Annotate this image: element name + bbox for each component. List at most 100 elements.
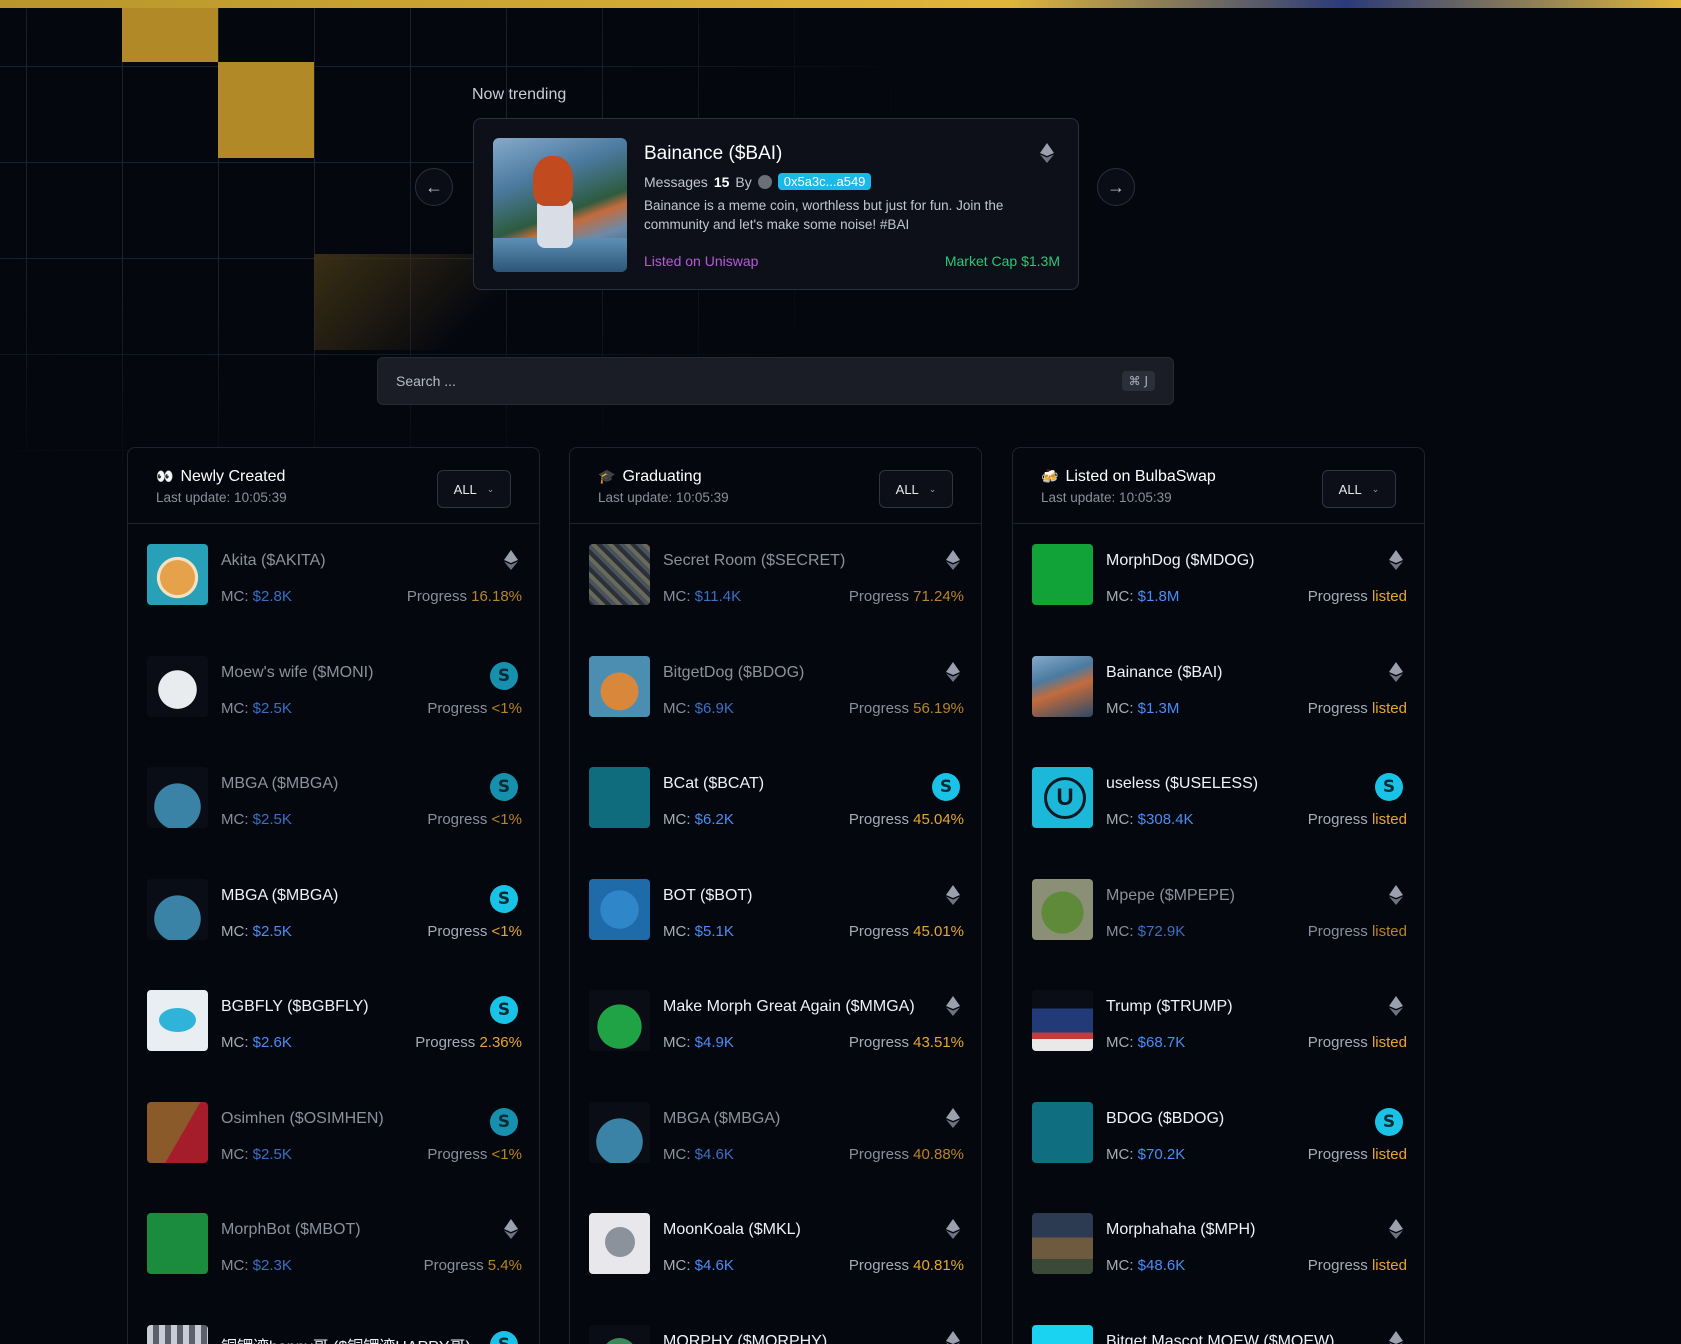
- token-name: BCat ($BCAT): [663, 775, 765, 792]
- filter-dropdown[interactable]: ALL ⌄: [879, 470, 953, 508]
- token-image: [1032, 878, 1093, 940]
- token-image: [589, 1213, 650, 1274]
- token-progress: Progress 43.51%: [848, 1034, 964, 1051]
- token-progress: Progress 2.36%: [415, 1034, 522, 1051]
- token-image: [1032, 1101, 1093, 1163]
- filter-dropdown[interactable]: ALL ⌄: [437, 470, 511, 508]
- chevron-down-icon: ⌄: [928, 483, 937, 494]
- token-image: [147, 1324, 208, 1344]
- trending-card[interactable]: Bainance ($BAI) Messages 15 By 0x5a3c...…: [473, 118, 1079, 290]
- token-progress: Progress 40.88%: [848, 1145, 964, 1163]
- background-tile: [218, 62, 314, 158]
- ethereum-icon: [946, 996, 960, 1021]
- ethereum-icon: [1389, 550, 1403, 575]
- token-row[interactable]: Mpepe ($MPEPE) MC: $72.9K Progress liste…: [1032, 878, 1407, 955]
- token-market-cap: MC: $72.9K: [1106, 922, 1186, 940]
- token-row[interactable]: Bainance ($BAI) MC: $1.3M Progress liste…: [1032, 655, 1407, 732]
- bulbaswap-icon: S: [490, 996, 518, 1024]
- token-progress: Progress 56.19%: [848, 699, 964, 717]
- newly-created-column: 👀 Newly Created Last update: 10:05:39 AL…: [127, 447, 540, 1344]
- token-name: MorphDog ($MDOG): [1106, 552, 1255, 569]
- token-row[interactable]: Morphahaha ($MPH) MC: $48.6K Progress li…: [1032, 1213, 1407, 1289]
- token-row[interactable]: 铜锣湾happy哥 ($铜锣湾HAPPY哥) S: [147, 1324, 522, 1344]
- token-name: MBGA ($MBGA): [663, 1109, 781, 1127]
- token-row[interactable]: BitgetDog ($BDOG) MC: $6.9K Progress 56.…: [589, 655, 964, 732]
- token-name: BDOG ($BDOG): [1106, 1109, 1225, 1127]
- ethereum-icon: [1040, 143, 1054, 168]
- token-name: MBGA ($MBGA): [221, 775, 339, 792]
- token-name: MORPHY ($MORPHY): [663, 1332, 828, 1344]
- chevron-down-icon: ⌄: [1371, 483, 1380, 494]
- token-row[interactable]: BGBFLY ($BGBFLY) S MC: $2.6K Progress 2.…: [147, 990, 522, 1066]
- token-name: Bitget Mascot MOEW ($MOEW): [1106, 1332, 1335, 1344]
- bulbaswap-icon: S: [1375, 1107, 1403, 1136]
- bulbaswap-icon: S: [490, 1107, 518, 1136]
- token-name: BOT ($BOT): [663, 886, 753, 904]
- token-row[interactable]: MorphDog ($MDOG) MC: $1.8M Progress list…: [1032, 544, 1407, 620]
- token-row[interactable]: Bitget Mascot MOEW ($MOEW): [1032, 1324, 1407, 1344]
- ethereum-icon: [1389, 1219, 1403, 1244]
- token-row[interactable]: BCat ($BCAT) S MC: $6.2K Progress 45.04%: [589, 767, 964, 843]
- token-name: MorphBot ($MBOT): [221, 1221, 361, 1238]
- token-row[interactable]: Trump ($TRUMP) MC: $68.7K Progress liste…: [1032, 990, 1407, 1066]
- token-name: Secret Room ($SECRET): [663, 552, 846, 569]
- token-progress: Progress 71.24%: [848, 588, 964, 605]
- token-row[interactable]: MBGA ($MBGA) MC: $4.6K Progress 40.88%: [589, 1101, 964, 1178]
- column-title: 🎓 Graduating: [598, 468, 702, 485]
- search-shortcut: ⌘ J: [1121, 371, 1155, 391]
- token-name: MoonKoala ($MKL): [663, 1221, 801, 1238]
- search-input[interactable]: [396, 373, 1122, 389]
- token-image: [1032, 655, 1093, 717]
- token-row[interactable]: Make Morph Great Again ($MMGA) MC: $4.9K…: [589, 990, 964, 1066]
- trending-token-image: [493, 138, 627, 272]
- ethereum-icon: [1389, 661, 1403, 687]
- column-emoji-icon: 👀: [156, 469, 174, 485]
- token-row[interactable]: MorphBot ($MBOT) MC: $2.3K Progress 5.4%: [147, 1213, 522, 1289]
- bulbaswap-icon: S: [490, 1330, 518, 1344]
- token-market-cap: MC: $2.8K: [221, 588, 292, 605]
- token-name: MBGA ($MBGA): [221, 886, 339, 904]
- token-row[interactable]: Akita ($AKITA) MC: $2.8K Progress 16.18%: [147, 544, 522, 620]
- token-progress: Progress <1%: [427, 922, 522, 940]
- trending-next-button[interactable]: →: [1097, 168, 1135, 206]
- trending-prev-button[interactable]: ←: [415, 168, 453, 206]
- token-row[interactable]: Moew's wife ($MONI) S MC: $2.5K Progress…: [147, 655, 522, 732]
- token-market-cap: MC: $2.5K: [221, 922, 292, 940]
- token-name: BitgetDog ($BDOG): [663, 663, 805, 681]
- graduating-column: 🎓 Graduating Last update: 10:05:39 ALL ⌄…: [569, 447, 982, 1344]
- token-progress: Progress listed: [1307, 811, 1407, 828]
- column-title: 🍻 Listed on BulbaSwap: [1041, 468, 1216, 485]
- token-image: [589, 767, 650, 828]
- token-row[interactable]: MORPHY ($MORPHY): [589, 1324, 964, 1344]
- token-row[interactable]: Secret Room ($SECRET) MC: $11.4K Progres…: [589, 544, 964, 620]
- token-row[interactable]: BOT ($BOT) MC: $5.1K Progress 45.01%: [589, 878, 964, 955]
- ethereum-icon: [504, 550, 518, 575]
- token-market-cap: MC: $308.4K: [1106, 811, 1194, 828]
- token-image: [1032, 990, 1093, 1051]
- filter-dropdown[interactable]: ALL ⌄: [1322, 470, 1396, 508]
- token-progress: Progress 5.4%: [423, 1257, 522, 1274]
- token-market-cap: MC: $5.1K: [663, 922, 734, 940]
- token-progress: Progress 40.81%: [848, 1257, 964, 1274]
- column-emoji-icon: 🍻: [1041, 469, 1059, 485]
- token-progress: Progress 45.01%: [848, 922, 964, 940]
- trending-listed-link[interactable]: Listed on Uniswap: [644, 253, 758, 269]
- token-row[interactable]: MBGA ($MBGA) S MC: $2.5K Progress <1%: [147, 878, 522, 955]
- token-market-cap: MC: $2.5K: [221, 811, 292, 828]
- token-image: [589, 1324, 650, 1344]
- creator-address[interactable]: 0x5a3c...a549: [777, 173, 872, 190]
- token-row[interactable]: MoonKoala ($MKL) MC: $4.6K Progress 40.8…: [589, 1213, 964, 1289]
- token-market-cap: MC: $4.6K: [663, 1257, 734, 1274]
- token-row[interactable]: Osimhen ($OSIMHEN) S MC: $2.5K Progress …: [147, 1101, 522, 1178]
- ethereum-icon: [946, 1219, 960, 1244]
- trending-meta: Messages 15 By 0x5a3c...a549: [644, 173, 872, 190]
- token-row[interactable]: MBGA ($MBGA) S MC: $2.5K Progress <1%: [147, 767, 522, 843]
- column-title: 👀 Newly Created: [156, 468, 286, 485]
- token-row[interactable]: BDOG ($BDOG) S MC: $70.2K Progress liste…: [1032, 1101, 1407, 1178]
- token-row[interactable]: useless ($USELESS) S MC: $308.4K Progres…: [1032, 767, 1407, 843]
- bulbaswap-icon: S: [932, 773, 960, 801]
- ethereum-icon: [946, 1107, 960, 1133]
- token-progress: Progress 16.18%: [406, 588, 522, 605]
- ethereum-icon: [1389, 996, 1403, 1021]
- token-image: [589, 878, 650, 940]
